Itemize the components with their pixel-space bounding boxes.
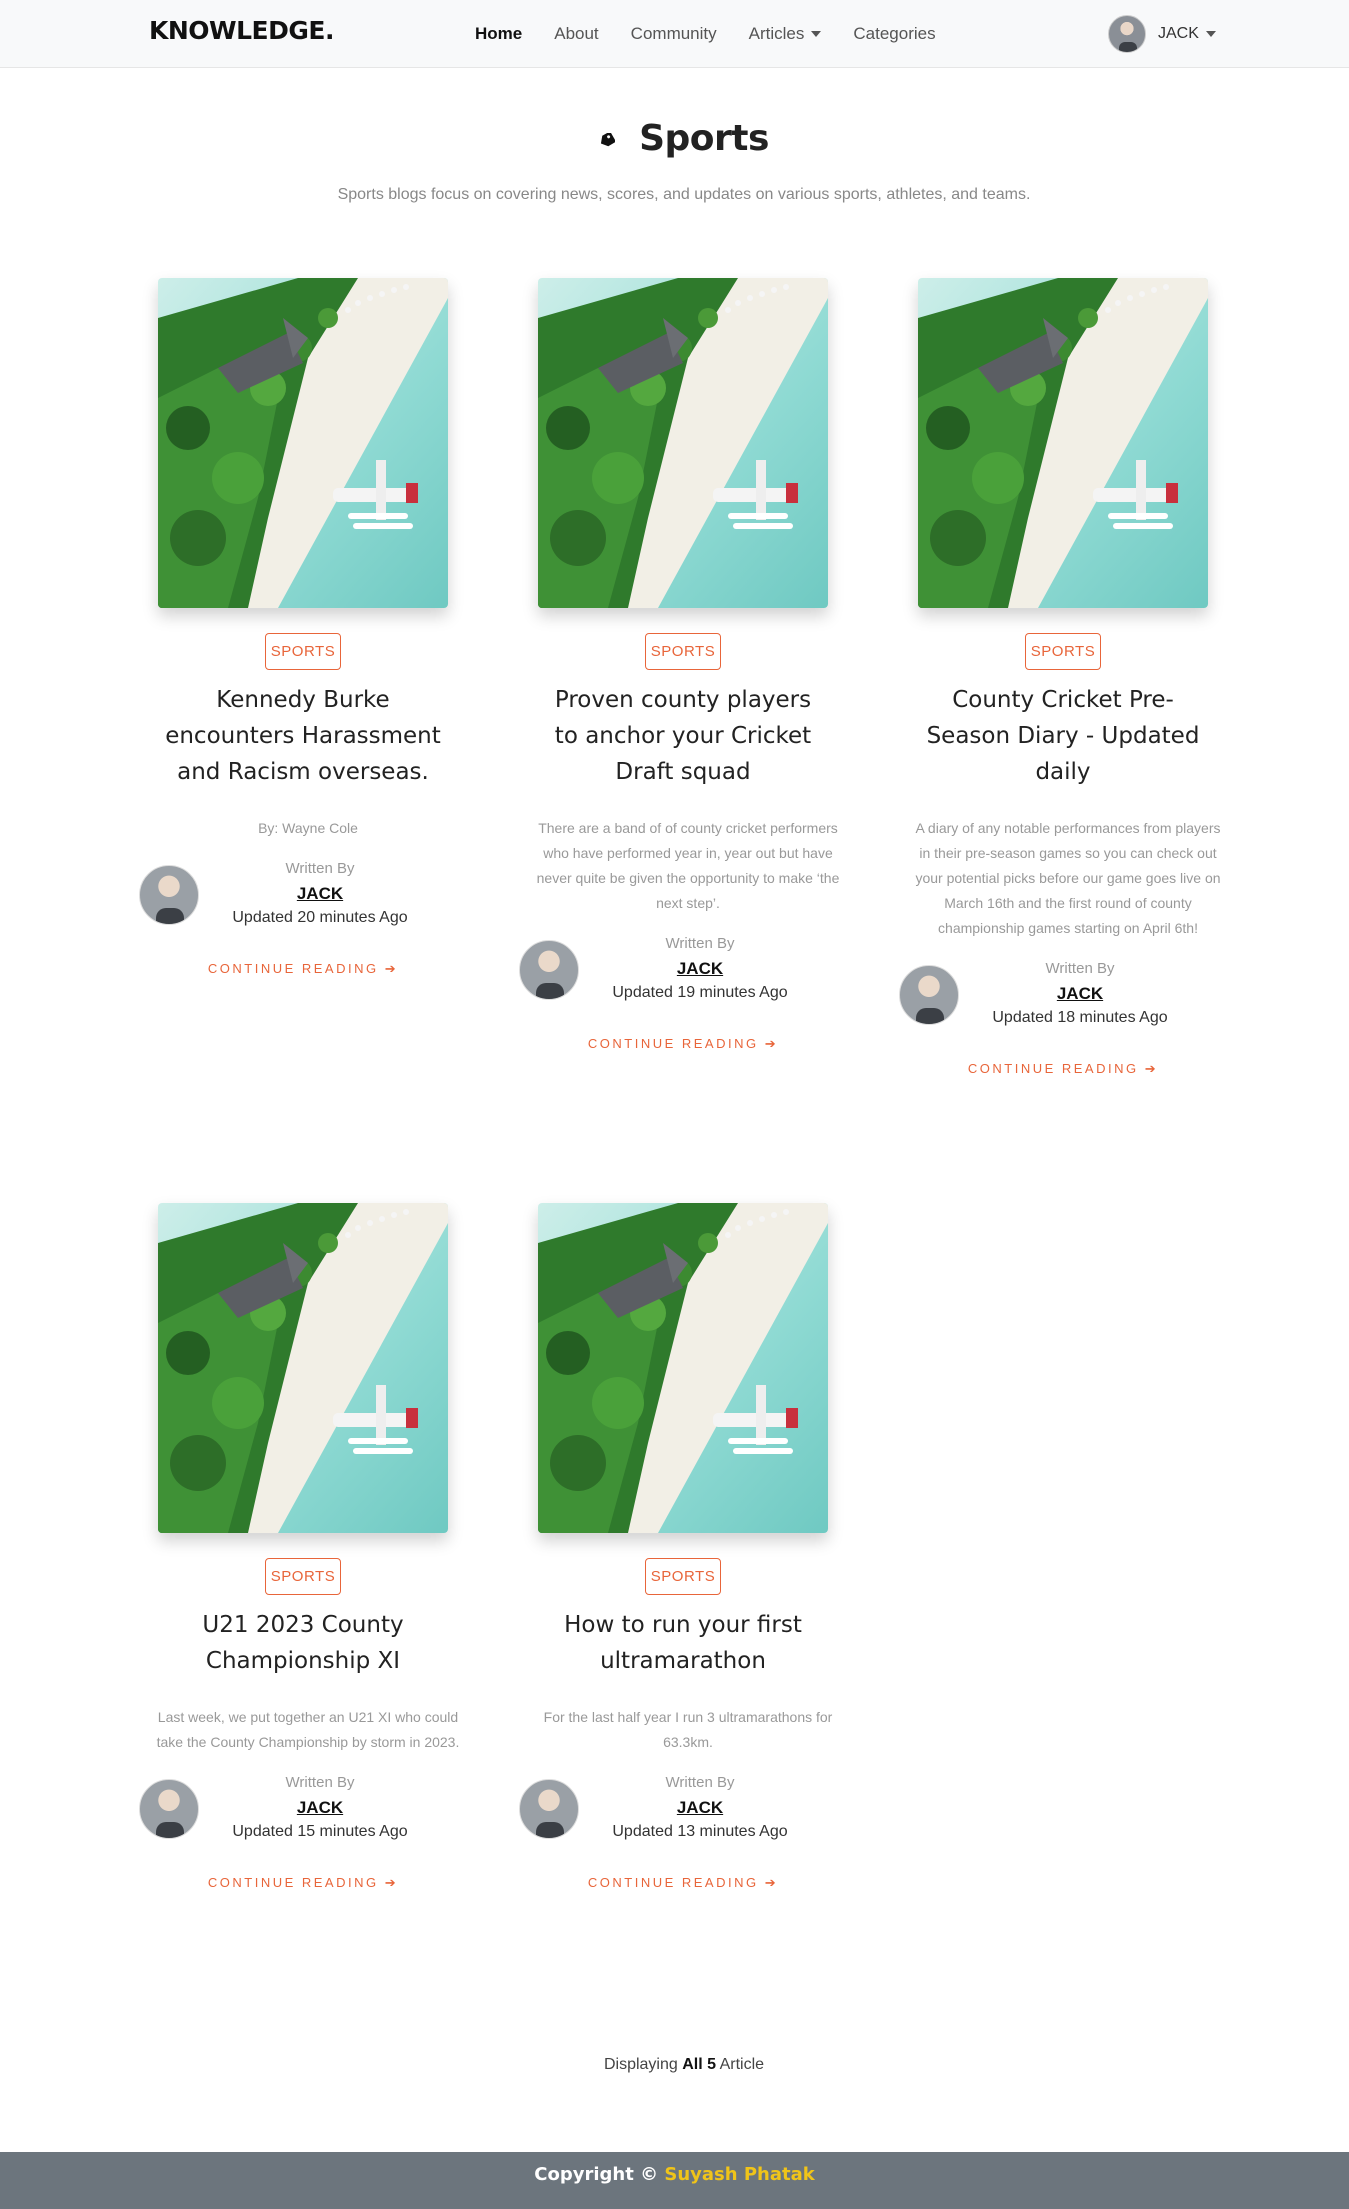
updated-time: Updated 13 minutes Ago bbox=[612, 1823, 788, 1840]
nav-articles-label: Articles bbox=[748, 24, 805, 43]
footer-text: Copyright © Suyash Phatak bbox=[0, 2152, 1349, 2197]
continue-reading-link[interactable]: CONTINUE READING ➔ bbox=[533, 1875, 833, 1891]
article-title[interactable]: How to run your first ultramarathon bbox=[533, 1607, 833, 1679]
count-number: 5 bbox=[707, 2056, 717, 2073]
author-info: Written By JACK Updated 19 minutes Ago bbox=[593, 932, 807, 1005]
updated-time: Updated 18 minutes Ago bbox=[992, 1009, 1168, 1026]
page-subtitle: Sports blogs focus on covering news, sco… bbox=[337, 186, 1031, 203]
tag-icon bbox=[599, 132, 616, 146]
article-card: SPORTS County Cricket Pre-Season Diary -… bbox=[899, 278, 1221, 1077]
author-info: Written By JACK Updated 18 minutes Ago bbox=[973, 957, 1187, 1030]
article-title[interactable]: County Cricket Pre-Season Diary - Update… bbox=[913, 682, 1213, 790]
author-info: Written By JACK Updated 20 minutes Ago bbox=[213, 857, 427, 930]
author-name-link[interactable]: JACK bbox=[593, 1795, 807, 1820]
nav-categories-label: Categories bbox=[853, 24, 936, 43]
article-description: There are a band of of county cricket pe… bbox=[536, 820, 840, 911]
category-heading: Sports bbox=[599, 118, 769, 159]
nav-links: Home About Community Articles Categories bbox=[475, 0, 968, 68]
nav-about[interactable]: About bbox=[554, 24, 598, 44]
written-by-label: Written By bbox=[285, 860, 355, 877]
footer-author-link[interactable]: Suyash Phatak bbox=[664, 2164, 814, 2185]
written-by-label: Written By bbox=[665, 1774, 735, 1791]
category-badge[interactable]: SPORTS bbox=[644, 1558, 722, 1595]
article-image[interactable] bbox=[538, 278, 828, 608]
author-block: Written By JACK Updated 20 minutes Ago bbox=[139, 857, 453, 930]
author-name-link[interactable]: JACK bbox=[973, 981, 1187, 1006]
category-badge[interactable]: SPORTS bbox=[264, 633, 342, 670]
article-card: SPORTS Kennedy Burke encounters Harassme… bbox=[139, 278, 453, 977]
author-avatar bbox=[519, 940, 579, 1000]
count-prefix: Displaying bbox=[603, 2056, 678, 2073]
article-title[interactable]: Proven county players to anchor your Cri… bbox=[533, 682, 833, 790]
written-by-label: Written By bbox=[1045, 960, 1115, 977]
article-card: SPORTS How to run your first ultramarath… bbox=[519, 1203, 833, 1891]
written-by-label: Written By bbox=[665, 935, 735, 952]
nav-articles-dropdown[interactable]: Articles bbox=[749, 24, 822, 44]
article-title[interactable]: U21 2023 County Championship XI bbox=[153, 1607, 453, 1679]
article-description: By: Wayne Cole bbox=[258, 820, 358, 836]
article-description: For the last half year I run 3 ultramara… bbox=[543, 1709, 833, 1750]
article-image[interactable] bbox=[918, 278, 1208, 608]
author-block: Written By JACK Updated 19 minutes Ago bbox=[519, 932, 833, 1005]
continue-reading-link[interactable]: CONTINUE READING ➔ bbox=[913, 1061, 1213, 1077]
nav-community[interactable]: Community bbox=[631, 24, 717, 44]
avatar bbox=[1108, 15, 1146, 53]
article-image[interactable] bbox=[538, 1203, 828, 1533]
copyright-label: Copyright © bbox=[534, 2164, 659, 2185]
author-name-link[interactable]: JACK bbox=[593, 956, 807, 981]
caret-down-icon bbox=[811, 31, 822, 37]
author-avatar bbox=[899, 965, 959, 1025]
footer: Copyright © Suyash Phatak bbox=[0, 2152, 1349, 2209]
user-name-label: JACK bbox=[1158, 25, 1199, 42]
page-title: Sports bbox=[639, 118, 769, 159]
author-avatar bbox=[139, 865, 199, 925]
article-description: A diary of any notable performances from… bbox=[915, 820, 1221, 936]
updated-time: Updated 15 minutes Ago bbox=[232, 1823, 408, 1840]
navbar: KNOWLEDGE. Home About Community Articles… bbox=[0, 0, 1349, 68]
article-count: Displaying All 5 Article bbox=[0, 2056, 1349, 2074]
nav-categories[interactable]: Categories bbox=[853, 24, 935, 44]
continue-reading-link[interactable]: CONTINUE READING ➔ bbox=[153, 961, 453, 977]
nav-about-label: About bbox=[554, 24, 599, 43]
article-image[interactable] bbox=[158, 1203, 448, 1533]
continue-reading-link[interactable]: CONTINUE READING ➔ bbox=[153, 1875, 453, 1891]
category-header: Sports bbox=[0, 118, 1349, 159]
nav-home-label: Home bbox=[475, 24, 523, 43]
author-block: Written By JACK Updated 13 minutes Ago bbox=[519, 1771, 833, 1844]
author-avatar bbox=[139, 1779, 199, 1839]
page: { "navbar": { "brand": "KNOWLEDGE.", "li… bbox=[0, 0, 1349, 2209]
updated-time: Updated 19 minutes Ago bbox=[612, 984, 788, 1001]
article-description: Last week, we put together an U21 XI who… bbox=[156, 1709, 460, 1750]
count-all: All bbox=[682, 2056, 703, 2073]
article-card: SPORTS Proven county players to anchor y… bbox=[519, 278, 839, 1052]
author-avatar bbox=[519, 1779, 579, 1839]
category-badge[interactable]: SPORTS bbox=[264, 1558, 342, 1595]
author-block: Written By JACK Updated 18 minutes Ago bbox=[899, 957, 1213, 1030]
author-info: Written By JACK Updated 15 minutes Ago bbox=[213, 1771, 427, 1844]
article-image[interactable] bbox=[158, 278, 448, 608]
nav-home[interactable]: Home bbox=[475, 24, 522, 44]
brand-logo[interactable]: KNOWLEDGE. bbox=[149, 16, 334, 45]
author-info: Written By JACK Updated 13 minutes Ago bbox=[593, 1771, 807, 1844]
caret-down-icon bbox=[1205, 31, 1216, 37]
written-by-label: Written By bbox=[285, 1774, 355, 1791]
nav-community-label: Community bbox=[630, 24, 717, 43]
continue-reading-link[interactable]: CONTINUE READING ➔ bbox=[533, 1036, 833, 1052]
author-name-link[interactable]: JACK bbox=[213, 881, 427, 906]
category-badge[interactable]: SPORTS bbox=[1024, 633, 1102, 670]
article-card: SPORTS U21 2023 County Championship XI L… bbox=[139, 1203, 459, 1891]
category-badge[interactable]: SPORTS bbox=[644, 633, 722, 670]
user-menu[interactable]: JACK bbox=[1108, 15, 1216, 53]
author-block: Written By JACK Updated 15 minutes Ago bbox=[139, 1771, 453, 1844]
article-title[interactable]: Kennedy Burke encounters Harassment and … bbox=[153, 682, 453, 790]
count-suffix: Article bbox=[719, 2056, 765, 2073]
updated-time: Updated 20 minutes Ago bbox=[232, 909, 408, 926]
user-name: JACK bbox=[1158, 25, 1216, 43]
author-name-link[interactable]: JACK bbox=[213, 1795, 427, 1820]
